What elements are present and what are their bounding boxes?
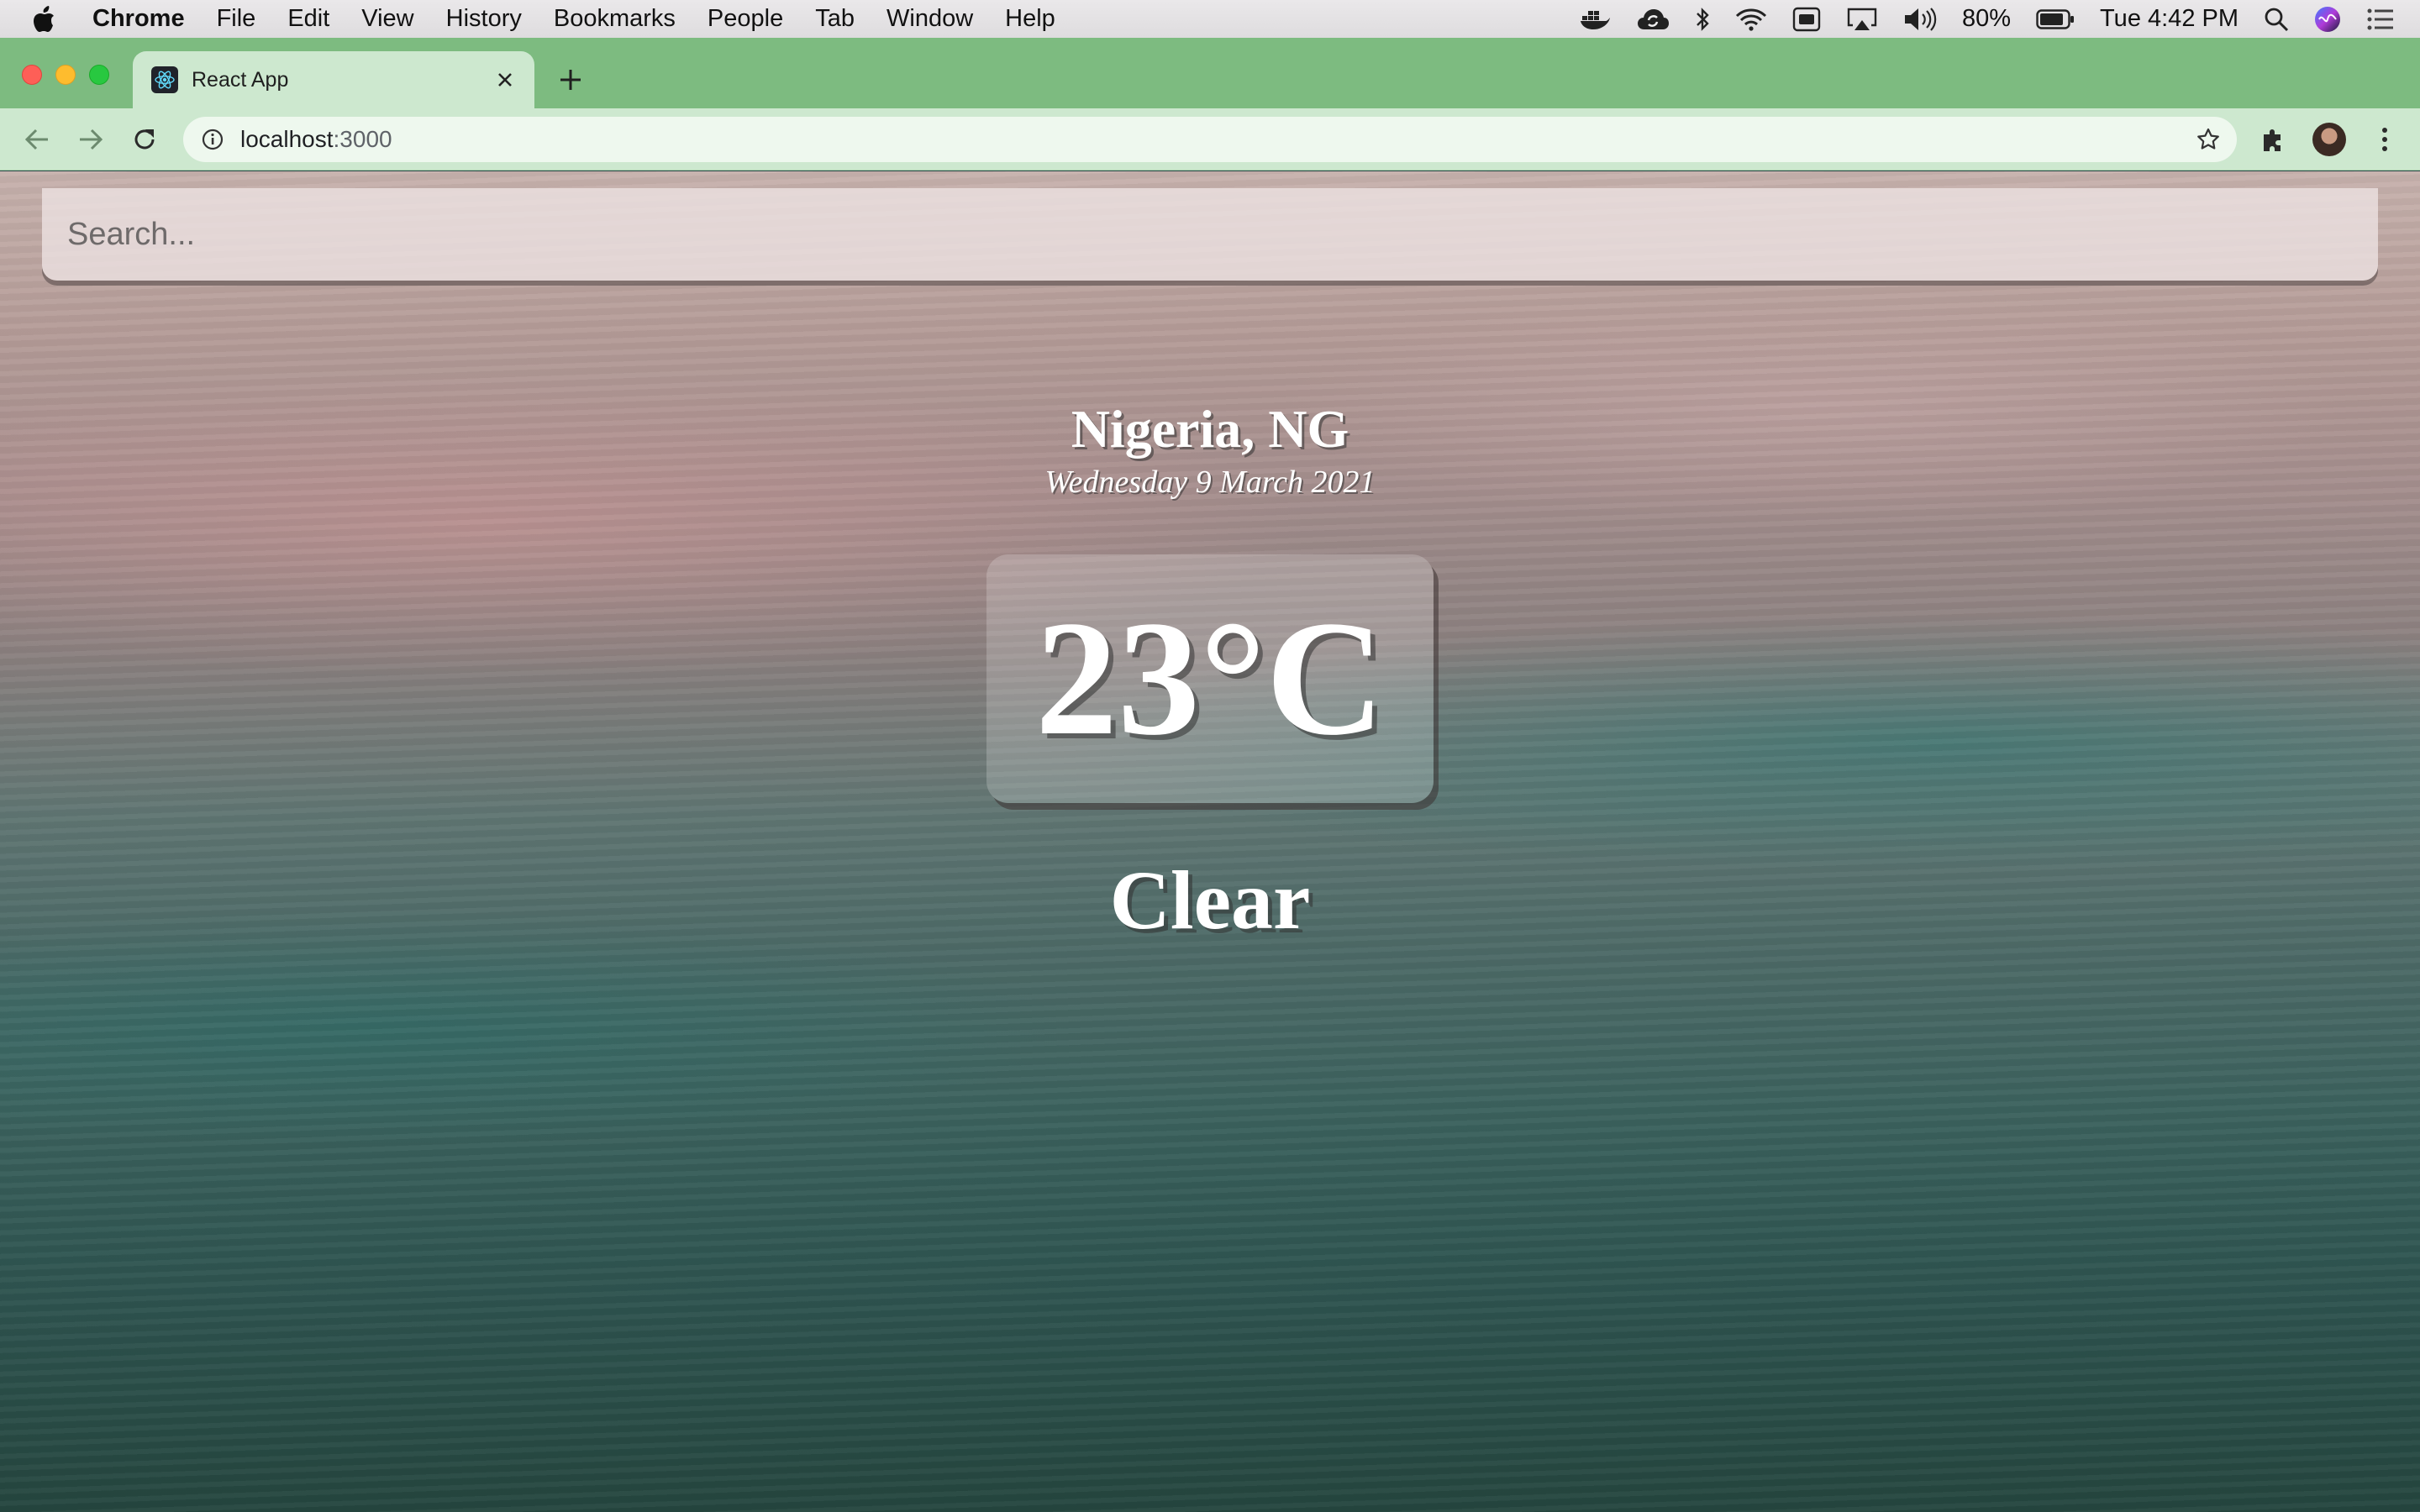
menu-help[interactable]: Help xyxy=(1005,0,1055,38)
siri-icon[interactable] xyxy=(2314,6,2341,33)
airplay-icon[interactable] xyxy=(1846,7,1878,32)
bookmark-star-icon[interactable] xyxy=(2195,126,2222,153)
back-arrow-icon[interactable] xyxy=(20,123,54,156)
battery-percentage: 80% xyxy=(1962,5,2012,32)
search-input[interactable] xyxy=(42,188,2378,281)
wifi-icon[interactable] xyxy=(1735,8,1767,31)
menu-window[interactable]: Window xyxy=(886,0,973,38)
menu-edit[interactable]: Edit xyxy=(287,0,329,38)
forward-arrow-icon[interactable] xyxy=(74,123,108,156)
keyboard-input-icon[interactable] xyxy=(1792,7,1821,32)
window-close-button[interactable] xyxy=(22,65,42,85)
reload-icon[interactable] xyxy=(128,123,161,156)
new-tab-button[interactable] xyxy=(555,64,587,96)
url-text[interactable]: localhost:3000 xyxy=(240,126,392,153)
menu-history[interactable]: History xyxy=(446,0,522,38)
avatar xyxy=(2312,123,2346,156)
menubar-clock[interactable]: Tue 4:42 PM xyxy=(2100,5,2238,33)
menu-view[interactable]: View xyxy=(361,0,413,38)
spotlight-search-icon[interactable] xyxy=(2264,7,2289,32)
site-info-icon[interactable] xyxy=(200,127,225,152)
url-port: :3000 xyxy=(333,126,392,152)
react-logo-icon xyxy=(151,66,178,93)
temperature-card: 23°C xyxy=(986,554,1434,803)
menu-people[interactable]: People xyxy=(708,0,783,38)
cloud-sync-icon[interactable] xyxy=(1636,8,1670,31)
app-menu-chrome[interactable]: Chrome xyxy=(92,0,185,38)
menu-tab[interactable]: Tab xyxy=(815,0,855,38)
more-menu-icon[interactable] xyxy=(2368,123,2402,156)
notification-center-icon[interactable] xyxy=(2366,8,2395,31)
window-maximize-button[interactable] xyxy=(89,65,109,85)
macos-menu-bar: Chrome File Edit View History Bookmarks … xyxy=(0,0,2420,38)
address-bar[interactable]: localhost:3000 xyxy=(183,117,2237,162)
extensions-puzzle-icon[interactable] xyxy=(2257,123,2291,156)
window-minimize-button[interactable] xyxy=(55,65,76,85)
weather-condition: Clear xyxy=(1109,853,1311,947)
url-host: localhost xyxy=(240,126,334,152)
weather-app-page: Nigeria, NG Wednesday 9 March 2021 23°C … xyxy=(0,171,2420,1512)
volume-icon[interactable] xyxy=(1903,7,1937,32)
docker-icon[interactable] xyxy=(1579,8,1611,31)
tab-close-icon[interactable] xyxy=(491,66,519,94)
location-title: Nigeria, NG xyxy=(1071,399,1349,459)
profile-avatar[interactable] xyxy=(2312,123,2346,156)
tab-title: React App xyxy=(192,67,289,92)
browser-tab-active[interactable]: React App xyxy=(133,51,534,108)
menu-file[interactable]: File xyxy=(217,0,256,38)
bluetooth-icon[interactable] xyxy=(1695,7,1710,32)
apple-menu-icon[interactable] xyxy=(32,0,66,38)
menu-bookmarks[interactable]: Bookmarks xyxy=(554,0,676,38)
current-date: Wednesday 9 March 2021 xyxy=(1044,465,1376,500)
temperature-value: 23°C xyxy=(1035,587,1385,769)
battery-icon[interactable] xyxy=(2036,8,2075,29)
search-bar xyxy=(42,188,2378,281)
